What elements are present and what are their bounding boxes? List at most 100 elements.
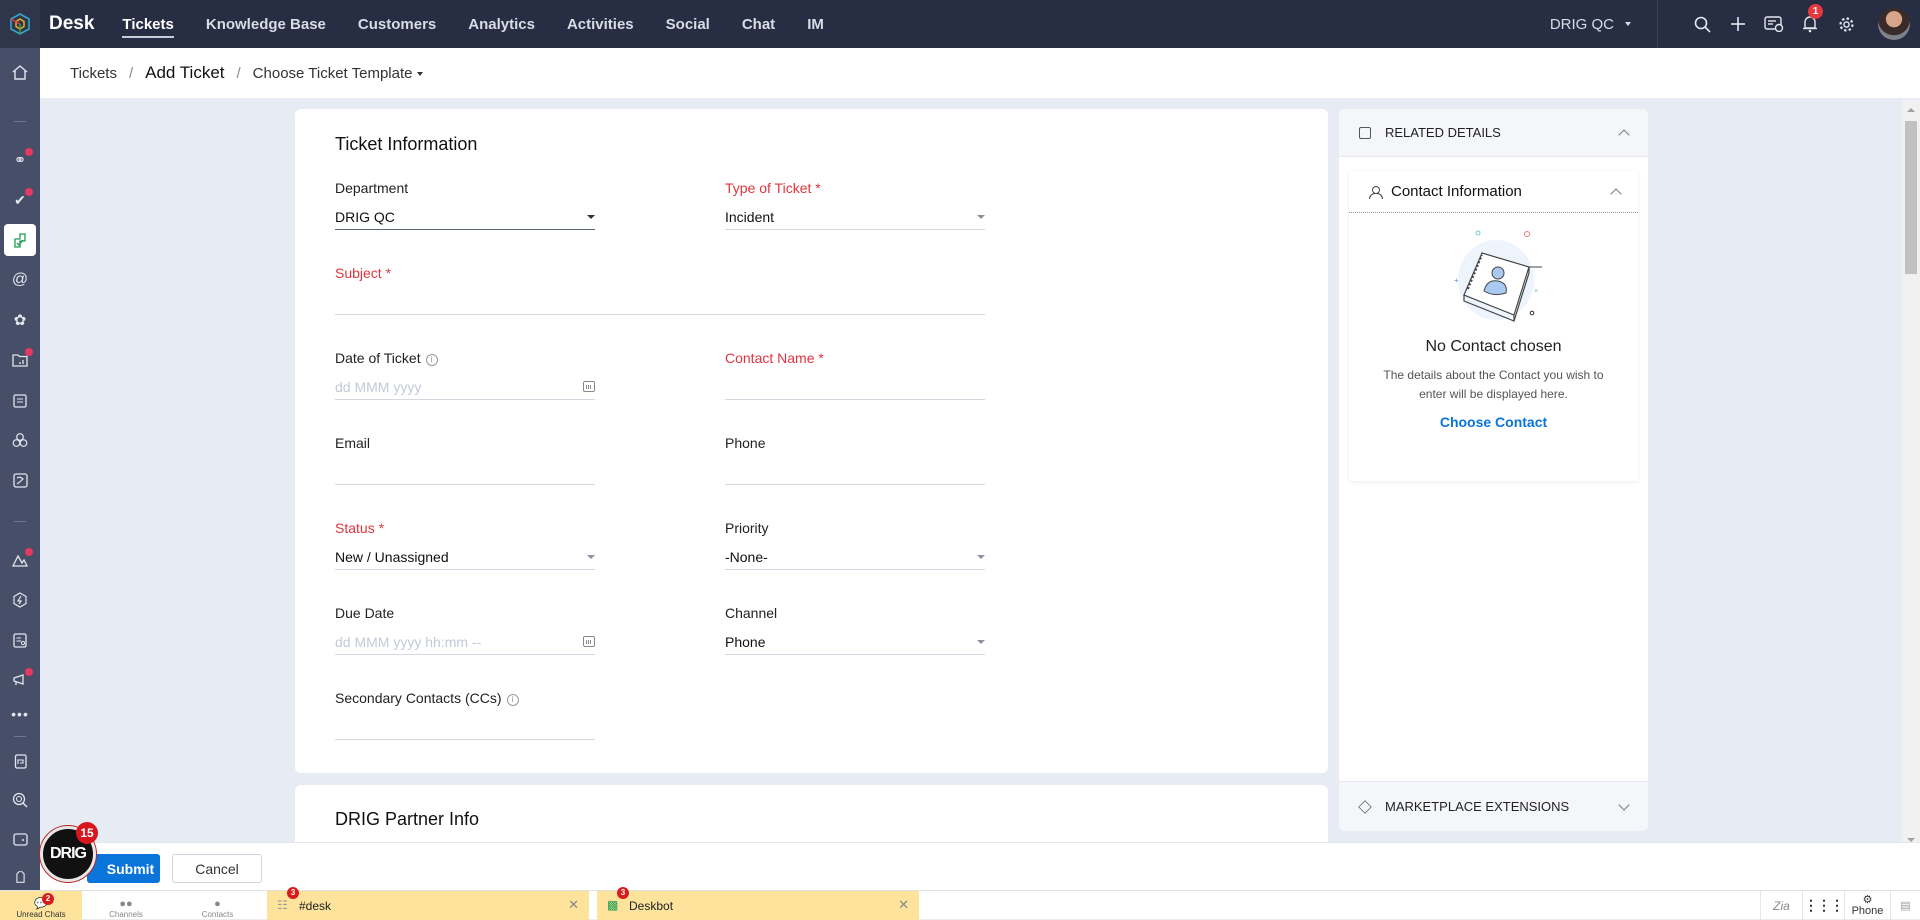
ticket-template-selector[interactable]: Choose Ticket Template	[253, 65, 424, 82]
bell-icon[interactable]: 1	[1792, 0, 1828, 48]
top-navigation-bar: Desk Tickets Knowledge Base Customers An…	[0, 0, 1920, 48]
person-icon: ●	[214, 898, 221, 910]
channel-select[interactable]: Phone	[725, 633, 985, 655]
folder-chart-icon[interactable]	[4, 344, 36, 376]
related-details-header[interactable]: RELATED DETAILS	[1339, 109, 1648, 157]
nav-chat[interactable]: Chat	[742, 0, 775, 48]
phone-label: Phone	[725, 435, 766, 451]
secondary-contacts-field: Secondary Contacts (CCs) i	[335, 690, 595, 740]
people-group-icon: ●●	[119, 898, 133, 910]
email-label: Email	[335, 435, 371, 451]
chevron-up-icon[interactable]	[1618, 128, 1630, 141]
subject-label: Subject *	[335, 265, 392, 281]
home-icon[interactable]	[4, 56, 36, 88]
phone-label: Phone	[1851, 904, 1884, 917]
email-input[interactable]	[335, 463, 595, 485]
scrollbar-thumb[interactable]	[1905, 121, 1917, 274]
contacts-tab[interactable]: ● Contacts	[170, 891, 265, 920]
search-icon[interactable]	[1684, 0, 1720, 48]
nav-tickets[interactable]: Tickets	[122, 0, 175, 48]
community-icon[interactable]	[4, 424, 36, 456]
secondary-contacts-input[interactable]	[335, 718, 595, 740]
type-of-ticket-select[interactable]: Incident	[725, 208, 985, 230]
due-date-label: Due Date	[335, 605, 395, 621]
submit-button[interactable]: Submit	[87, 854, 160, 883]
chevron-down-icon[interactable]	[1618, 798, 1630, 811]
flower-icon[interactable]: ✿	[4, 304, 36, 336]
chat-window-desk[interactable]: ☷ 3 #desk ✕	[267, 887, 589, 920]
desk-logo-icon[interactable]	[0, 0, 40, 48]
department-field: Department DRIG QC	[335, 180, 595, 230]
chat-window-name: #desk	[299, 898, 332, 913]
nav-analytics[interactable]: Analytics	[468, 0, 535, 48]
marketplace-extensions-header[interactable]: MARKETPLACE EXTENSIONS	[1339, 781, 1648, 831]
channel-label: Channel	[725, 605, 778, 621]
department-select[interactable]: DRIG QC	[335, 208, 595, 230]
unread-chats-tab[interactable]: 💬 2 Unread Chats	[0, 891, 82, 920]
nav-im[interactable]: IM	[807, 0, 824, 48]
breadcrumb-tickets[interactable]: Tickets	[70, 65, 117, 82]
chevron-down-icon	[977, 639, 985, 644]
zia-button[interactable]: Zia	[1760, 891, 1802, 920]
add-ticket-icon[interactable]	[4, 224, 36, 256]
approvals-icon[interactable]: ✔	[4, 184, 36, 216]
calendar-icon[interactable]	[583, 636, 595, 647]
mountain-icon[interactable]	[4, 544, 36, 576]
journal-icon[interactable]	[4, 745, 36, 777]
archive-icon[interactable]: ▤	[1890, 891, 1920, 920]
nav-customers[interactable]: Customers	[358, 0, 436, 48]
nav-activities[interactable]: Activities	[567, 0, 634, 48]
priority-label: Priority	[725, 520, 769, 536]
dialpad-button[interactable]: ⋮⋮⋮	[1802, 891, 1844, 920]
org-selector[interactable]: DRIG QC	[1550, 0, 1658, 48]
search-zoom-icon[interactable]	[4, 784, 36, 816]
subject-input[interactable]	[335, 293, 985, 315]
mentions-icon[interactable]: @	[4, 264, 36, 296]
contact-name-input[interactable]	[725, 378, 985, 400]
calendar-icon[interactable]	[583, 381, 595, 392]
archive-glyph: ▤	[1900, 900, 1911, 912]
status-select[interactable]: New / Unassigned	[335, 548, 595, 570]
info-icon[interactable]: i	[425, 354, 438, 366]
close-icon[interactable]: ✕	[568, 897, 579, 913]
wallet-icon[interactable]	[4, 823, 36, 855]
phone-input[interactable]	[725, 463, 985, 485]
close-icon[interactable]: ✕	[898, 897, 909, 913]
cancel-button[interactable]: Cancel	[172, 854, 262, 883]
drig-logo-text: DRIG	[50, 845, 87, 862]
megaphone-icon[interactable]	[4, 664, 36, 696]
nav-knowledge-base[interactable]: Knowledge Base	[206, 0, 326, 48]
gear-icon: ⚙	[1862, 893, 1873, 906]
related-details-panel: RELATED DETAILS Contact Information + ×	[1339, 109, 1648, 831]
nav-social[interactable]: Social	[666, 0, 710, 48]
info-icon[interactable]: i	[506, 694, 519, 706]
plus-icon[interactable]	[1720, 0, 1756, 48]
chevron-up-icon[interactable]	[1610, 187, 1622, 200]
department-label: Department	[335, 180, 409, 196]
channels-tab[interactable]: ●● Channels	[82, 891, 170, 920]
scroll-up-arrow-icon[interactable]	[1907, 108, 1915, 112]
zap-icon[interactable]	[4, 584, 36, 616]
avatar[interactable]	[1878, 8, 1910, 40]
contact-information-card: Contact Information + × No Contact chose…	[1349, 171, 1638, 481]
priority-select[interactable]: -None-	[725, 548, 985, 570]
report-icon[interactable]	[4, 624, 36, 656]
dialpad-icon: ⋮⋮⋮	[1804, 897, 1844, 913]
date-of-ticket-input[interactable]: dd MMM yyyy	[335, 378, 595, 400]
ticket-info-icon[interactable]	[1756, 0, 1792, 48]
phone-button[interactable]: ⚙ Phone	[1844, 891, 1890, 920]
notes-icon[interactable]	[4, 384, 36, 416]
gear-icon[interactable]	[1828, 0, 1864, 48]
due-date-input[interactable]: dd MMM yyyy hh:mm --	[335, 633, 595, 655]
tickets-link-icon[interactable]: ⚭	[4, 144, 36, 176]
choose-contact-link[interactable]: Choose Contact	[1349, 414, 1638, 430]
contact-information-header[interactable]: Contact Information	[1349, 171, 1638, 213]
notification-badge: 1	[1808, 4, 1823, 19]
due-date-placeholder: dd MMM yyyy hh:mm --	[335, 633, 482, 650]
chevron-down-icon	[1625, 22, 1631, 26]
bank-icon[interactable]	[4, 464, 36, 496]
page-scrollbar[interactable]	[1902, 100, 1920, 845]
sidebar-divider	[14, 121, 26, 122]
chat-window-deskbot[interactable]: ▩ 3 Deskbot ✕	[597, 887, 919, 920]
more-icon[interactable]: •••	[4, 698, 36, 730]
